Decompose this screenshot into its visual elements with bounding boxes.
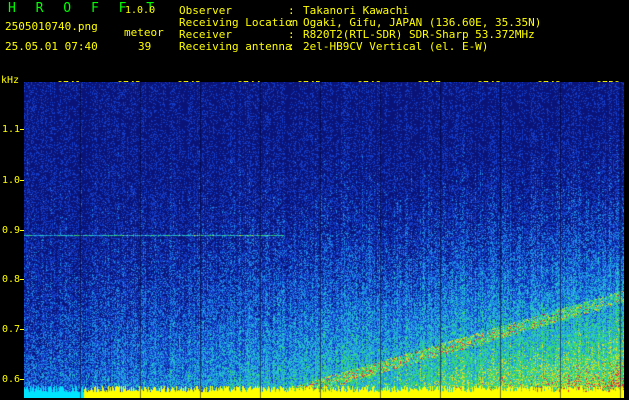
info-label-antenna: Receiving antenna [179, 40, 292, 53]
y-tick-label: 0.8 [2, 274, 21, 285]
info-colon: : [288, 40, 295, 53]
mode-label: meteor [124, 26, 164, 39]
spectrogram-area[interactable] [24, 82, 624, 398]
y-tick-label: 0.6 [2, 374, 21, 385]
hrofft-window: H R O F F T 1.0.0 2505010740.png meteor … [0, 0, 629, 400]
file-name: 2505010740.png [5, 20, 98, 33]
y-tick-label: 0.7 [2, 324, 21, 335]
y-tick-label: 1.1 [2, 124, 21, 135]
y-tick-label: 0.9 [2, 225, 21, 236]
y-axis-unit: kHz [1, 75, 20, 86]
info-value-antenna: 2el-HB9CV Vertical (el. E-W) [303, 40, 489, 53]
app-version: 1.0.0 [125, 5, 156, 16]
date-time: 25.05.01 07:40 [5, 40, 98, 53]
spectrogram-canvas[interactable] [24, 82, 624, 398]
meteor-count: 39 [138, 40, 152, 53]
y-tick-label: 1.0 [2, 175, 21, 186]
